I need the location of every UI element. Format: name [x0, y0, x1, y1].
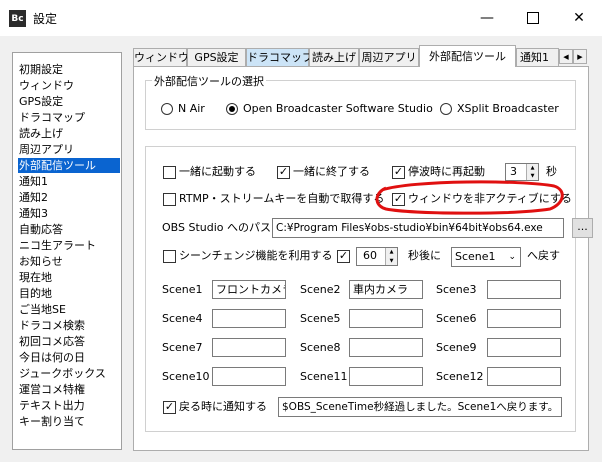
scene-return-label: へ戻す [527, 249, 560, 262]
scene-label: Scene12 [436, 370, 484, 383]
scene-input[interactable] [487, 280, 561, 299]
sidebar-item[interactable]: 通知1 [18, 174, 120, 189]
sidebar-item[interactable]: キー割り当て [18, 414, 120, 429]
sidebar-item[interactable]: お知らせ [18, 254, 120, 269]
scene-input[interactable] [487, 309, 561, 328]
scene-input[interactable]: フロントカメラ [212, 280, 286, 299]
sidebar-item[interactable]: テキスト出力 [18, 398, 120, 413]
scene-delay-value: 60 [363, 249, 377, 262]
tool-select-legend: 外部配信ツールの選択 [152, 73, 266, 89]
maximize-icon[interactable] [510, 0, 556, 36]
scene-input[interactable] [349, 338, 423, 357]
scene-input[interactable] [349, 309, 423, 328]
notify-message-input[interactable]: $OBS_SceneTime秒経過しました。Scene1へ戻ります。 [278, 397, 562, 417]
sidebar-item[interactable]: GPS設定 [18, 94, 120, 109]
start-together-label: 一緒に起動する [179, 165, 256, 178]
radio-n-air-label: N Air [178, 102, 205, 115]
scene-label: Scene5 [300, 312, 341, 325]
exit-together-label: 一緒に終了する [293, 165, 370, 178]
tab-scroll-left-icon[interactable]: ◀ [559, 49, 573, 64]
seconds-unit: 秒 [546, 165, 557, 178]
sidebar-item[interactable]: ニコ生アラート [18, 238, 120, 253]
browse-button[interactable]: ... [572, 218, 593, 238]
chevron-down-icon: ⌄ [508, 252, 516, 262]
minimize-icon[interactable]: — [464, 0, 510, 36]
scene-label: Scene9 [436, 341, 477, 354]
radio-obs-studio-label: Open Broadcaster Software Studio [243, 102, 433, 115]
sidebar-item[interactable]: 初回コメ応答 [18, 334, 120, 349]
radio-obs-studio[interactable] [226, 103, 238, 115]
notify-on-return-checkbox[interactable] [163, 400, 176, 414]
sidebar-item[interactable]: 読み上げ [18, 126, 120, 141]
close-icon[interactable]: ✕ [556, 0, 602, 36]
start-together-checkbox[interactable] [163, 166, 176, 179]
sidebar-item[interactable]: 通知3 [18, 206, 120, 221]
spin-up-icon[interactable]: ▲ [526, 164, 538, 172]
tab[interactable]: 通知1 [516, 48, 559, 67]
obs-path-label: OBS Studio へのパス [162, 221, 272, 234]
scene-input[interactable]: 車内カメラ [349, 280, 423, 299]
scene-label: Scene2 [300, 283, 341, 296]
exit-together-checkbox[interactable] [277, 165, 290, 179]
scene-delay-spinner[interactable]: 60 ▲ ▼ [356, 247, 398, 266]
tab[interactable]: ウィンドウ [133, 48, 189, 67]
sidebar-item[interactable]: ご当地SE [18, 302, 120, 317]
sidebar-item[interactable]: 周辺アプリ [18, 142, 120, 157]
sidebar-item[interactable]: 運営コメ特権 [18, 382, 120, 397]
tab[interactable]: 読み上げ [309, 48, 359, 67]
tab[interactable]: GPS設定 [187, 48, 246, 67]
restart-on-stop-label: 停波時に再起動 [408, 165, 485, 178]
sidebar-item[interactable]: 通知2 [18, 190, 120, 205]
notify-on-return-label: 戻る時に通知する [179, 400, 267, 413]
scene-after-label: 秒後に [408, 249, 441, 262]
auto-stream-key-label: RTMP・ストリームキーを自動で取得する [179, 192, 385, 205]
app-icon: Bc [9, 10, 26, 27]
window-title: 設定 [33, 12, 58, 26]
auto-stream-key-checkbox[interactable] [163, 193, 176, 206]
scene-input[interactable] [487, 367, 561, 386]
sidebar-item[interactable]: ドラコメ検索 [18, 318, 120, 333]
spin-down-icon[interactable]: ▼ [385, 256, 397, 265]
tab-scroll-right-icon[interactable]: ▶ [573, 49, 587, 64]
scene-label: Scene4 [162, 312, 203, 325]
scene-return-value: Scene1 [455, 250, 496, 263]
sidebar-item[interactable]: ドラコマップ [18, 110, 120, 125]
scene-input[interactable] [349, 367, 423, 386]
scene-change-checkbox[interactable] [163, 250, 176, 263]
scene-label: Scene1 [162, 283, 203, 296]
scene-input[interactable] [212, 309, 286, 328]
sidebar-item[interactable]: 目的地 [18, 286, 120, 301]
sidebar-item[interactable]: 自動応答 [18, 222, 120, 237]
scene-label: Scene3 [436, 283, 477, 296]
selected-tab-overlay [420, 65, 515, 67]
tab[interactable]: 周辺アプリ [359, 48, 419, 67]
radio-xsplit[interactable] [440, 103, 452, 115]
sidebar-item[interactable]: ジュークボックス [18, 366, 120, 381]
scene-label: Scene10 [162, 370, 210, 383]
sidebar-item[interactable]: 初期設定 [18, 62, 120, 77]
red-annotation-circle [375, 180, 564, 215]
sidebar-item[interactable]: 現在地 [18, 270, 120, 285]
scene-delay-checkbox[interactable] [337, 249, 350, 263]
restart-seconds-value: 3 [510, 165, 517, 178]
obs-path-input[interactable]: C:¥Program Files¥obs-studio¥bin¥64bit¥ob… [272, 218, 564, 238]
scene-label: Scene6 [436, 312, 477, 325]
tab[interactable]: 外部配信ツール [419, 45, 516, 67]
sidebar-item[interactable]: 今日は何の日 [18, 350, 120, 365]
tab[interactable]: ドラコマップ [246, 48, 313, 67]
scene-change-label: シーンチェンジ機能を利用する [179, 249, 333, 262]
radio-xsplit-label: XSplit Broadcaster [457, 102, 559, 115]
scene-input[interactable] [212, 338, 286, 357]
scene-label: Scene7 [162, 341, 203, 354]
sidebar-item[interactable]: ウィンドウ [18, 78, 120, 93]
scene-label: Scene8 [300, 341, 341, 354]
sidebar-item[interactable]: 外部配信ツール [18, 158, 120, 173]
scene-return-select[interactable]: Scene1 ⌄ [451, 247, 521, 267]
spin-up-icon[interactable]: ▲ [385, 248, 397, 257]
scene-label: Scene11 [300, 370, 348, 383]
scene-input[interactable] [212, 367, 286, 386]
radio-n-air[interactable] [161, 103, 173, 115]
scene-input[interactable] [487, 338, 561, 357]
